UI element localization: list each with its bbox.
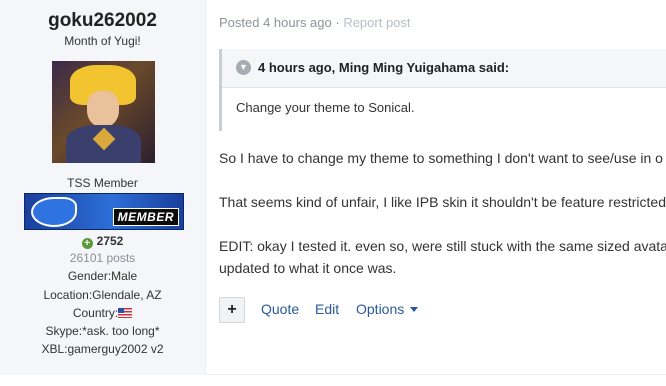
quote-body: Change your theme to Sonical.: [236, 100, 415, 115]
reputation-plus-icon: +: [81, 238, 93, 249]
author-group: TSS Member: [67, 176, 138, 190]
sonic-badge-icon: [31, 197, 77, 227]
quote-header[interactable]: ▼ 4 hours ago, Ming Ming Yuigahama said:: [222, 49, 666, 88]
author-location: Location:Glendale, AZ: [43, 288, 162, 302]
author-panel: goku262002 Month of Yugi! TSS Member MEM…: [0, 0, 206, 375]
post-paragraph: updated to what it once was.: [219, 260, 397, 276]
reputation-badge[interactable]: +2752: [0, 234, 205, 249]
author-country-label: Country:: [72, 306, 119, 320]
meta-separator: ·: [331, 15, 344, 30]
author-avatar[interactable]: [52, 61, 155, 163]
multiquote-plus-button[interactable]: +: [219, 297, 245, 323]
author-title: Month of Yugi!: [64, 34, 141, 48]
author-skype: Skype:*ask. too long*: [45, 324, 160, 338]
post-paragraph: So I have to change my theme to somethin…: [219, 150, 663, 166]
options-label: Options: [356, 301, 405, 317]
edit-button[interactable]: Edit: [315, 301, 339, 317]
post-divider: [205, 374, 666, 375]
post-paragraph: EDIT: okay I tested it. even so, were st…: [219, 238, 666, 254]
reputation-count: 2752: [96, 234, 124, 248]
post-paragraph: That seems kind of unfair, I like IPB sk…: [219, 194, 666, 210]
author-country: Country:: [0, 306, 205, 320]
caret-down-icon: [410, 307, 419, 312]
chevron-down-icon[interactable]: ▼: [236, 60, 251, 75]
author-xbl: XBL:gamerguy2002 v2: [41, 342, 164, 356]
post-count: 26101 posts: [69, 251, 136, 265]
report-post-link[interactable]: Report post: [343, 15, 410, 30]
author-username[interactable]: goku262002: [0, 10, 205, 32]
post-time[interactable]: Posted 4 hours ago: [219, 15, 332, 30]
author-gender: Gender:Male: [67, 269, 138, 283]
quote-citation: 4 hours ago, Ming Ming Yuigahama said:: [258, 60, 510, 75]
quote-button[interactable]: Quote: [261, 301, 299, 317]
quote-block: ▼ 4 hours ago, Ming Ming Yuigahama said:…: [219, 49, 666, 131]
post-meta: Posted 4 hours ago · Report post: [219, 15, 411, 30]
member-badge-label: MEMBER: [112, 208, 179, 226]
member-badge: MEMBER: [24, 193, 184, 230]
us-flag-icon: [118, 308, 133, 318]
post-content: Posted 4 hours ago · Report post ▼ 4 hou…: [219, 0, 666, 386]
avatar-face: [87, 91, 119, 127]
options-button[interactable]: Options: [356, 301, 419, 317]
